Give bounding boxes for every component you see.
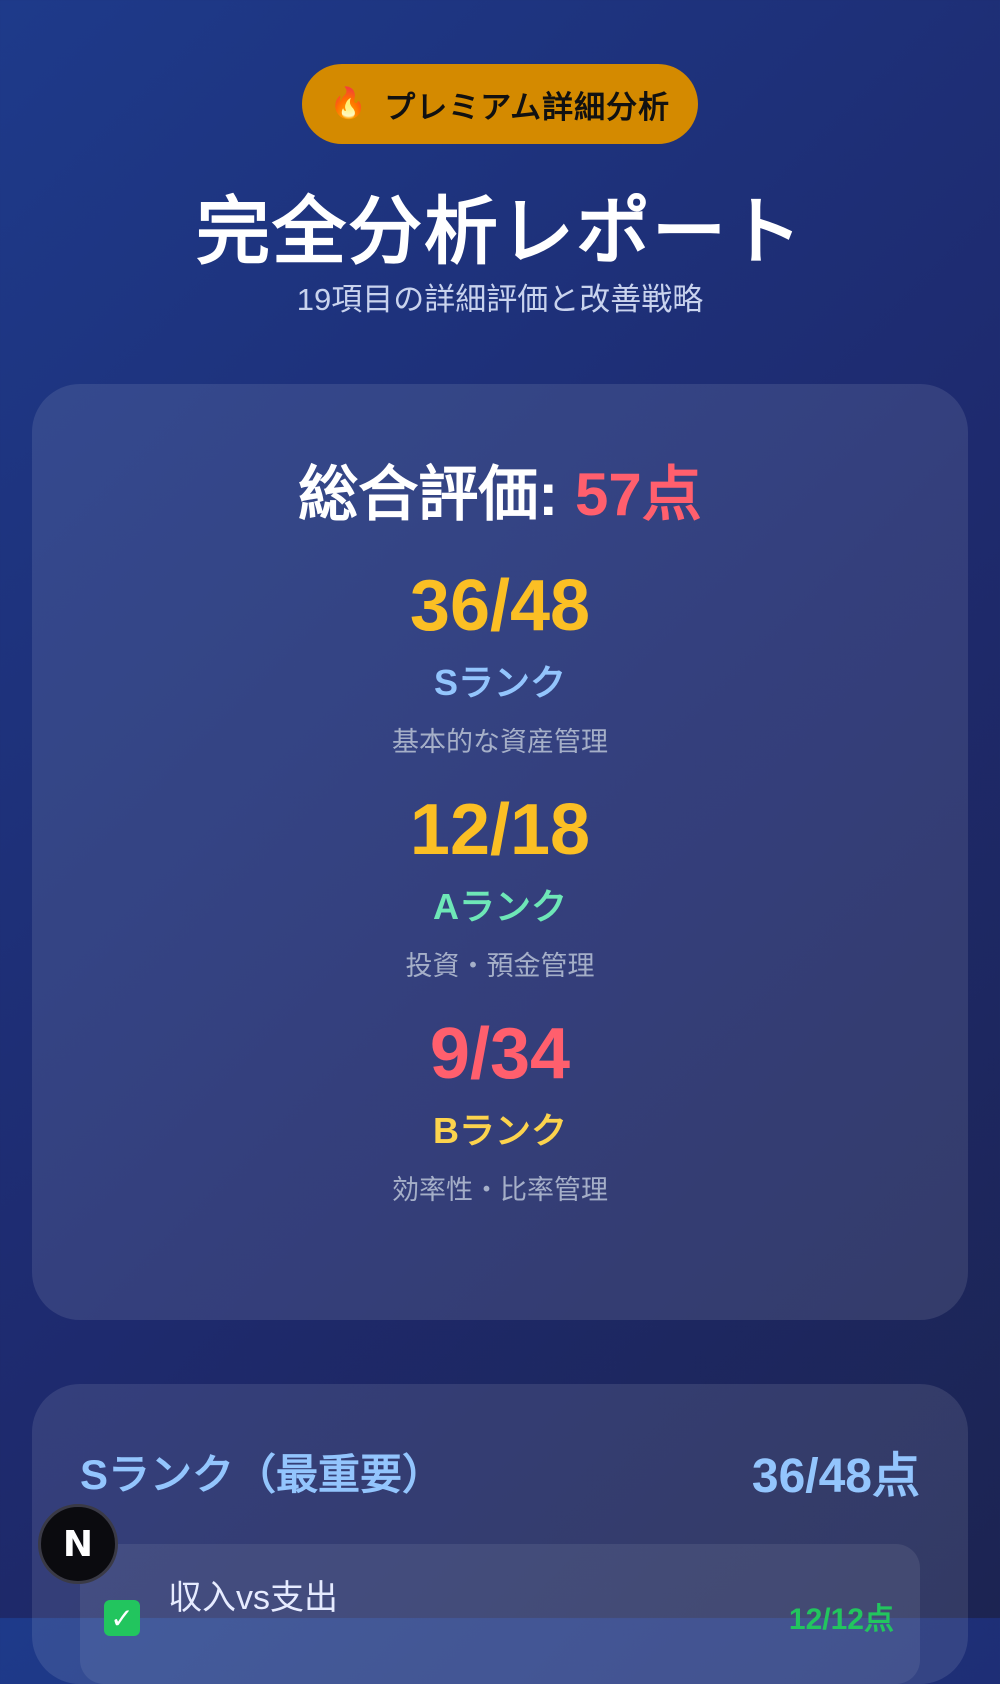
rank-score: 12/18 xyxy=(409,790,591,870)
s-rank-points: 36/48点 xyxy=(751,1450,920,1503)
page-subtitle: 19項目の詳細評価と改善戦略 xyxy=(296,282,704,317)
item-name: 収入vs支出 xyxy=(168,1579,338,1617)
n-logo-icon: N xyxy=(62,1523,94,1565)
list-item[interactable]: ✓ 収入vs支出 12/12点 xyxy=(80,1544,920,1684)
rank-block-s: 36/48 Sランク 基本的な資産管理 xyxy=(32,570,968,759)
s-rank-label: Sランク（最重要） xyxy=(80,1450,445,1498)
item-value: 12/12点 xyxy=(788,1603,894,1636)
premium-badge: 🔥 プレミアム詳細分析 xyxy=(302,64,698,144)
rank-name: Bランク xyxy=(433,1110,567,1151)
rank-description: 基本的な資産管理 xyxy=(392,727,608,757)
rank-description: 効率性・比率管理 xyxy=(392,1175,608,1205)
rank-score: 36/48 xyxy=(409,566,591,646)
rank-name: Sランク xyxy=(433,662,566,703)
rank-block-a: 12/18 Aランク 投資・預金管理 xyxy=(32,794,968,983)
overall-score: 57点 xyxy=(574,461,702,528)
rank-description: 投資・預金管理 xyxy=(405,951,595,981)
rank-name: Aランク xyxy=(433,886,567,927)
flame-icon: 🔥 xyxy=(329,87,369,120)
rank-block-b: 9/34 Bランク 効率性・比率管理 xyxy=(32,1018,968,1207)
summary-card: 総合評価: 57点 36/48 Sランク 基本的な資産管理 12/18 Aランク… xyxy=(32,384,968,1320)
check-icon: ✓ xyxy=(104,1600,140,1636)
rank-score: 9/34 xyxy=(429,1014,571,1094)
overall-score-heading: 総合評価: 57点 xyxy=(32,446,968,533)
premium-badge-label: プレミアム詳細分析 xyxy=(384,89,671,125)
page-title: 完全分析レポート xyxy=(196,190,804,273)
overall-label: 総合評価: xyxy=(298,461,575,528)
floating-n-button[interactable]: N xyxy=(38,1504,118,1584)
s-rank-detail-card: Sランク（最重要） 36/48点 ✓ 収入vs支出 12/12点 xyxy=(32,1384,968,1684)
s-rank-header: Sランク（最重要） 36/48点 xyxy=(80,1436,920,1506)
